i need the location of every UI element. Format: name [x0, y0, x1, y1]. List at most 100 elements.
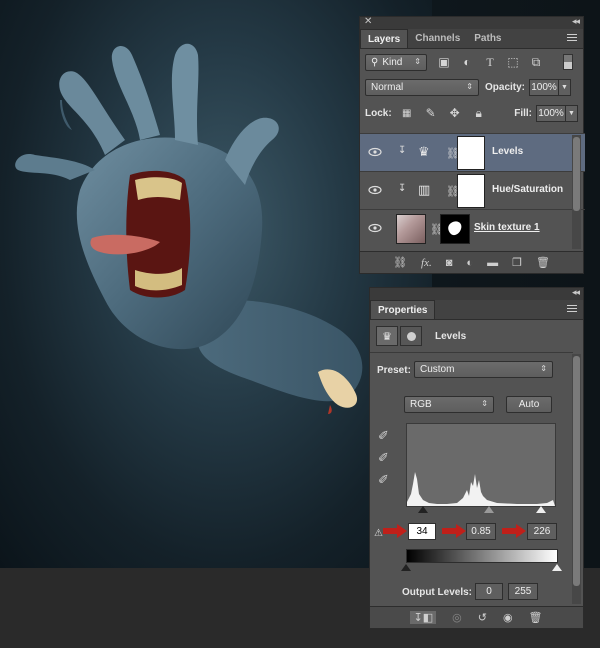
dropdown-arrow-icon: ⇕: [466, 81, 473, 91]
layer-name[interactable]: Hue/Saturation: [492, 184, 563, 195]
channel-value: RGB: [410, 399, 432, 410]
trash-icon[interactable]: 🗑︎: [536, 256, 550, 269]
lock-image-icon[interactable]: ✎: [422, 104, 440, 122]
filter-kind-dropdown[interactable]: ⚲ Kind ⇕: [365, 53, 427, 71]
close-icon[interactable]: ✕: [364, 16, 372, 27]
layer-list: ↧ ♛ ⛓ Levels ↧ ▥ ⛓ Hue/Saturation ⛓ Skin…: [360, 133, 585, 251]
input-slider-track[interactable]: [406, 505, 556, 515]
new-adjustment-icon[interactable]: ◐: [466, 257, 473, 269]
white-output-slider[interactable]: [552, 564, 562, 571]
tab-channels[interactable]: Channels: [408, 29, 467, 48]
input-gamma-field[interactable]: 0.85: [466, 523, 496, 540]
preset-label: Preset:: [377, 365, 411, 376]
layer-row-skin-texture[interactable]: ⛓ Skin texture 1: [360, 209, 585, 247]
trash-icon[interactable]: 🗑︎: [529, 611, 543, 624]
properties-panel: ◂◂ Properties ♛ Levels Preset: Custom ⇕ …: [369, 287, 584, 629]
opacity-input[interactable]: 100%: [529, 78, 560, 96]
panel-menu-icon[interactable]: [567, 305, 577, 314]
white-input-slider[interactable]: [536, 506, 546, 513]
levels-adjustment-icon: ♛: [418, 144, 430, 159]
layer-thumbnail[interactable]: [396, 214, 426, 244]
new-layer-icon[interactable]: ❐: [512, 256, 522, 269]
blend-mode-dropdown[interactable]: Normal ⇕: [365, 78, 479, 96]
layer-mask-thumbnail[interactable]: [440, 214, 470, 244]
adjustment-filter-icon[interactable]: ◐: [458, 53, 476, 71]
layer-mask-thumbnail[interactable]: [457, 174, 485, 208]
output-black-field[interactable]: 0: [475, 583, 503, 600]
auto-label: Auto: [518, 399, 540, 410]
layer-name[interactable]: Levels: [492, 146, 523, 157]
mask-icon[interactable]: [400, 326, 422, 346]
visibility-eye-icon[interactable]: ◉: [503, 611, 513, 624]
visibility-eye-icon[interactable]: [368, 223, 382, 233]
view-previous-icon[interactable]: ◎: [452, 611, 462, 624]
collapse-icon[interactable]: ◂◂: [572, 287, 580, 298]
pixel-filter-icon[interactable]: ▣: [435, 53, 453, 71]
collapse-icon[interactable]: ◂◂: [572, 16, 580, 27]
input-black-field[interactable]: 34: [408, 523, 436, 540]
link-layers-icon[interactable]: ⛓: [393, 256, 407, 269]
clipping-warning-icon[interactable]: ⚠: [374, 528, 383, 539]
fill-label: Fill:: [514, 107, 532, 119]
black-input-slider[interactable]: [418, 506, 428, 513]
opacity-dropdown-arrow[interactable]: ▼: [559, 78, 572, 96]
output-slider-track[interactable]: [400, 563, 562, 573]
auto-button[interactable]: Auto: [506, 396, 552, 413]
clip-to-layer-icon[interactable]: ↧◧: [410, 611, 437, 624]
fill-input[interactable]: 100%: [536, 104, 566, 122]
tab-layers[interactable]: Layers: [360, 29, 409, 48]
adjustment-title: Levels: [435, 331, 467, 342]
gamma-input-slider[interactable]: [484, 506, 494, 513]
layer-row-hue-saturation[interactable]: ↧ ▥ ⛓ Hue/Saturation: [360, 171, 585, 209]
dropdown-arrow-icon: ⇕: [481, 399, 488, 408]
smart-object-filter-icon[interactable]: ⧉: [527, 53, 545, 71]
filter-toggle-switch[interactable]: [563, 54, 573, 70]
layer-row-levels[interactable]: ↧ ♛ ⛓ Levels: [360, 133, 585, 171]
type-filter-icon[interactable]: T: [481, 53, 499, 71]
lock-fill-row: Lock: ▦ ✎ ✥ 🔒︎ Fill: 100% ▼: [360, 99, 583, 127]
reset-icon[interactable]: ↺: [478, 611, 487, 624]
output-levels-label: Output Levels:: [402, 587, 473, 598]
white-point-eyedropper-icon[interactable]: ✐: [378, 469, 389, 491]
layers-panel-titlebar[interactable]: ✕ ◂◂: [360, 16, 583, 29]
visibility-eye-icon[interactable]: [368, 147, 382, 157]
histogram-graph: [407, 472, 555, 506]
fx-icon[interactable]: fx.: [421, 257, 432, 269]
add-mask-icon[interactable]: ◙: [446, 257, 453, 269]
gray-point-eyedropper-icon[interactable]: ✐: [378, 447, 389, 469]
properties-panel-titlebar[interactable]: ◂◂: [370, 287, 583, 300]
levels-adjustment-icon[interactable]: ♛: [376, 326, 398, 346]
channel-dropdown[interactable]: RGB ⇕: [404, 396, 494, 413]
properties-scrollbar-thumb[interactable]: [573, 356, 580, 586]
tab-paths[interactable]: Paths: [467, 29, 508, 48]
layer-name[interactable]: Skin texture 1: [474, 222, 540, 233]
panel-menu-icon[interactable]: [567, 34, 577, 43]
clipping-mask-icon: ↧: [398, 183, 407, 194]
layers-scrollbar[interactable]: [572, 135, 581, 249]
fill-dropdown-arrow[interactable]: ▼: [566, 104, 578, 122]
annotation-arrow: [502, 524, 526, 538]
blend-opacity-row: Normal ⇕ Opacity: 100% ▼: [360, 75, 583, 99]
layers-panel: ✕ ◂◂ Layers Channels Paths ⚲ Kind ⇕ ▣ ◐ …: [359, 16, 585, 274]
layers-footer: ⛓ fx. ◙ ◐ ▬ ❐ 🗑︎: [360, 251, 583, 273]
black-output-slider[interactable]: [401, 564, 411, 571]
filter-kind-value: Kind: [382, 56, 403, 68]
output-white-field[interactable]: 255: [508, 583, 538, 600]
visibility-eye-icon[interactable]: [368, 185, 382, 195]
histogram: [406, 423, 556, 507]
preset-dropdown[interactable]: Custom ⇕: [414, 361, 553, 378]
folder-icon[interactable]: ▬: [487, 257, 498, 269]
preset-value: Custom: [420, 364, 455, 375]
layers-scrollbar-thumb[interactable]: [573, 137, 580, 211]
tab-properties[interactable]: Properties: [370, 300, 436, 319]
black-point-eyedropper-icon[interactable]: ✐: [378, 425, 389, 447]
lock-position-icon[interactable]: ✥: [446, 104, 464, 122]
lock-transparent-icon[interactable]: ▦: [398, 104, 416, 122]
input-white-field[interactable]: 226: [527, 523, 557, 540]
properties-scrollbar[interactable]: [572, 354, 581, 604]
search-icon: ⚲: [371, 56, 379, 68]
shape-filter-icon[interactable]: ⬚: [504, 53, 522, 71]
lock-all-icon[interactable]: 🔒︎: [470, 104, 488, 122]
layer-mask-thumbnail[interactable]: [457, 136, 485, 170]
dropdown-arrow-icon: ⇕: [414, 56, 421, 66]
